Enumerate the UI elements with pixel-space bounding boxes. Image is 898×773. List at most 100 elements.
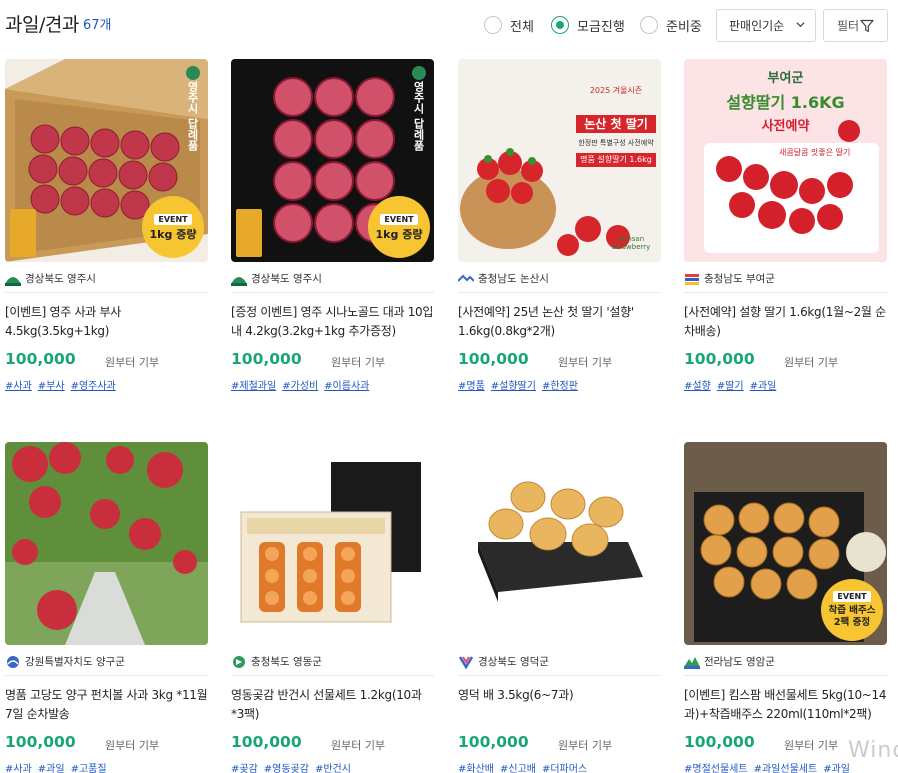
region-name: 경상북도 영덕군: [478, 656, 549, 668]
product-name[interactable]: [증정 이벤트] 영주 시나노골드 대과 10입내 4.2kg(3.2kg+1k…: [231, 303, 434, 341]
sort-selected-label: 판매인기순: [729, 19, 785, 33]
product-name[interactable]: [사전예약] 25년 논산 첫 딸기 '설향' 1.6kg(0.8kg*2개): [458, 303, 661, 341]
event-badge-text: 착즙 배주스 2팩 증정: [828, 605, 876, 628]
price: 100,000: [684, 350, 755, 368]
apple-orchard-illustration: [5, 442, 208, 645]
region-name: 충청남도 부여군: [704, 273, 775, 285]
tag-list: #명품 #설향딸기 #한정판: [458, 377, 584, 392]
tag[interactable]: #딸기: [717, 381, 744, 392]
price-suffix: 원부터 기부: [331, 356, 386, 369]
tag[interactable]: #한정판: [542, 381, 578, 392]
radio-circle: [640, 16, 658, 34]
product-name[interactable]: 영동곶감 반건시 선물세트 1.2kg(10과*3팩): [231, 686, 434, 724]
tag-list: #화산배 #신고배 #더파머스: [458, 760, 593, 773]
region-name: 충청북도 영동군: [251, 656, 322, 668]
product-image[interactable]: [458, 442, 661, 645]
tag[interactable]: #설향: [684, 381, 711, 392]
product-image[interactable]: 영주시 답례품 EVENT 1kg 증량: [5, 59, 208, 262]
event-badge-label: EVENT: [833, 591, 871, 602]
chevron-down-icon: [796, 22, 805, 28]
price-suffix: 원부터 기부: [784, 739, 839, 752]
tag[interactable]: #제철과일: [231, 381, 276, 392]
event-badge: EVENT 착즙 배주스 2팩 증정: [821, 579, 883, 641]
tag[interactable]: #과일: [38, 764, 65, 773]
product-image[interactable]: 2025 겨울시즌 논산 첫 딸기 한정판 특별구성 사전예약 명품 설향딸기 …: [458, 59, 661, 262]
tag[interactable]: #과일: [750, 381, 777, 392]
tag[interactable]: #부사: [38, 381, 65, 392]
product-image[interactable]: 부여군 설향딸기 1.6KG 사전예약 새콤달콤 맛좋은 딸기: [684, 59, 887, 262]
poster-year: 2025 겨울시즌: [589, 86, 643, 95]
poster-sub: 사전예약: [761, 119, 810, 134]
price: 100,000: [231, 350, 302, 368]
product-image[interactable]: [231, 442, 434, 645]
product-name[interactable]: [이벤트] 킴스팜 배선물세트 5kg(10~14과)+착즙배주스 220ml(…: [684, 686, 887, 724]
filter-button[interactable]: 필터: [823, 9, 888, 42]
tag[interactable]: #가성비: [282, 381, 318, 392]
poster-top: 부여군: [767, 71, 804, 86]
event-badge: EVENT 1kg 증량: [368, 196, 430, 258]
filter-button-label: 필터: [837, 19, 860, 33]
event-badge-label: EVENT: [380, 213, 418, 225]
tag[interactable]: #고품질: [71, 764, 107, 773]
dried-persimmon-set-illustration: [231, 442, 434, 645]
product-name[interactable]: 영덕 배 3.5kg(6~7과): [458, 686, 661, 705]
tag[interactable]: #곶감: [231, 764, 258, 773]
tag[interactable]: #과일: [823, 764, 850, 773]
event-badge-label: EVENT: [154, 213, 192, 225]
region-row: 충청남도 부여군: [684, 271, 887, 293]
price: 100,000: [458, 733, 529, 751]
tag-list: #사과 #부사 #영주사과: [5, 377, 122, 392]
tag[interactable]: #과일선물세트: [754, 764, 818, 773]
vertical-label: 영주시 답례품: [186, 81, 199, 151]
product-image[interactable]: EVENT 착즙 배주스 2팩 증정: [684, 442, 887, 645]
tag[interactable]: #설향딸기: [491, 381, 536, 392]
event-badge-text: 1kg 증량: [149, 227, 197, 241]
region-emblem-icon: [685, 273, 699, 285]
region-name: 전라남도 영암군: [704, 656, 775, 668]
region-emblem-icon: [231, 276, 247, 286]
poster-sub: 한정판 특별구성 사전예약: [578, 139, 654, 147]
region-row: 충청북도 영동군: [231, 654, 434, 676]
tag-list: #곶감 #영동곶감 #반건시: [231, 760, 357, 773]
price-suffix: 원부터 기부: [558, 356, 613, 369]
price: 100,000: [5, 733, 76, 751]
filter-radio-in-progress[interactable]: 모금진행: [551, 15, 625, 35]
tag-list: #제철과일 #가성비 #이름사과: [231, 377, 375, 392]
tag[interactable]: #반건시: [315, 764, 351, 773]
price: 100,000: [684, 733, 755, 751]
region-name: 경상북도 영주시: [25, 273, 96, 285]
region-row: 전라남도 영암군: [684, 654, 887, 676]
region-emblem-icon: [233, 655, 245, 668]
price-suffix: 원부터 기부: [105, 739, 160, 752]
tag[interactable]: #명절선물세트: [684, 764, 748, 773]
tag[interactable]: #영동곶감: [264, 764, 309, 773]
product-image[interactable]: [5, 442, 208, 645]
tag[interactable]: #영주사과: [71, 381, 116, 392]
tag[interactable]: #이름사과: [324, 381, 369, 392]
product-name[interactable]: 명품 고당도 양구 펀치볼 사과 3kg *11월 7일 순차발송: [5, 686, 208, 724]
poster-weight: 명품 설향딸기 1.6kg: [580, 155, 652, 164]
region-row: 강원특별자치도 양구군: [5, 654, 208, 676]
event-badge: EVENT 1kg 증량: [142, 196, 204, 258]
region-row: 경상북도 영주시: [231, 271, 434, 293]
filter-radio-all[interactable]: 전체: [484, 15, 534, 35]
tag[interactable]: #사과: [5, 764, 32, 773]
region-emblem-icon: [684, 656, 700, 669]
tag[interactable]: #신고배: [500, 764, 536, 773]
product-name[interactable]: [이벤트] 영주 사과 부사 4.5kg(3.5kg+1kg): [5, 303, 208, 341]
poster-english: Nonsan Strawberry: [611, 235, 651, 251]
price-suffix: 원부터 기부: [331, 739, 386, 752]
tag[interactable]: #명품: [458, 381, 485, 392]
product-name[interactable]: [사전예약] 설향 딸기 1.6kg(1월~2월 순차배송): [684, 303, 887, 341]
tag[interactable]: #더파머스: [542, 764, 587, 773]
tag[interactable]: #화산배: [458, 764, 494, 773]
product-image[interactable]: 영주시 답례품 EVENT 1kg 증량: [231, 59, 434, 262]
price-suffix: 원부터 기부: [105, 356, 160, 369]
sort-select[interactable]: 판매인기순: [716, 9, 816, 42]
tag[interactable]: #사과: [5, 381, 32, 392]
region-emblem-icon: [458, 274, 474, 282]
poster-title: 설향딸기 1.6KG: [726, 93, 845, 112]
region-row: 충청남도 논산시: [458, 271, 661, 293]
tag-list: #명절선물세트 #과일선물세트 #과일: [684, 760, 856, 773]
filter-radio-preparing[interactable]: 준비중: [640, 15, 702, 35]
